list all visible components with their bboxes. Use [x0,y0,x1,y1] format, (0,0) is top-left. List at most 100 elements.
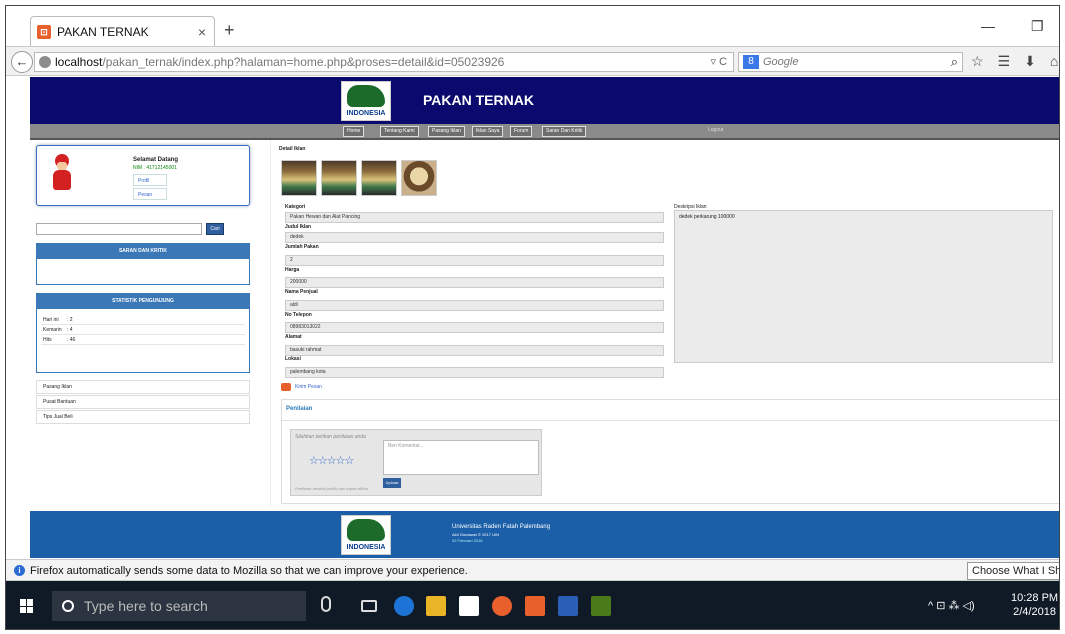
field-value: 2 [285,255,664,266]
cow-logo-icon [347,519,385,541]
field-label: Jumlah Pakan [285,244,319,250]
xampp-icon[interactable] [525,596,545,616]
search-icon[interactable]: ⌕ [951,54,958,70]
user-nim: NIM : 41712145001 [133,165,177,171]
browser-tab[interactable]: ⊡ PAKAN TERNAK × [30,16,215,46]
sidebar-item-tips-jual-beli[interactable]: Tips Jual Beli [36,410,250,424]
logo-text: INDONESIA [346,544,386,551]
bookmark-star-icon[interactable]: ☆ [971,53,984,70]
menu-saran-dan-kritik[interactable]: Saran Dan Kritik [542,126,587,137]
close-tab-icon[interactable]: × [198,24,206,40]
stat-panel: STATISTIK PENGUNJUNG Hari ini: 2 Kemarin… [36,293,250,373]
field-value: Pakan Hewan dan Alat Pancing [285,212,664,223]
rating-title: Penilaian [286,406,313,412]
menu-home[interactable]: Home [343,126,365,137]
search-bar[interactable]: 8 Google ⌕ [738,52,963,72]
back-button[interactable]: ← [11,51,33,73]
sidebar-item-pasang-iklan[interactable]: Pasang Iklan [36,380,250,394]
field-label: No Telepon [285,312,312,318]
sidebar-search-input[interactable] [36,223,202,235]
field-value: 08983013022 [285,322,664,333]
browser-window: ⊡ PAKAN TERNAK × + — ❐ ← localhost /paka… [5,5,1060,630]
home-icon[interactable]: ⌂ [1050,53,1058,70]
site-header: INDONESIA PAKAN TERNAK [30,77,1059,124]
stat-row: Kemarin: 4 [41,325,245,335]
info-icon: i [14,565,25,576]
store-icon[interactable] [459,596,479,616]
product-thumbnail[interactable] [361,160,397,196]
dreamweaver-icon[interactable] [591,596,611,616]
reload-icon[interactable]: ▿ C [710,55,727,68]
product-thumbnail[interactable] [281,160,317,196]
maximize-button[interactable]: ❐ [1031,18,1044,35]
message-icon [281,383,291,391]
firefox-icon[interactable] [492,596,512,616]
messages-link[interactable]: Pesan [133,188,167,200]
microphone-icon[interactable] [321,596,331,612]
edge-icon[interactable] [394,596,414,616]
submit-rating-button[interactable]: Upload [383,478,401,488]
sidebar-item-pusat-bantuan[interactable]: Pusat Bantuan [36,395,250,409]
minimize-button[interactable]: — [981,18,995,34]
stat-row: Hari ini: 2 [41,315,245,325]
field-value: basuki rahmat [285,345,664,356]
field-label: Harga [285,267,300,273]
web-page: INDONESIA PAKAN TERNAK Home Tentang Kami… [6,77,1059,558]
logout-link[interactable]: Logout [708,127,723,133]
menu-forum[interactable]: Forum [510,126,533,137]
download-icon[interactable]: ⬇ [1024,53,1036,70]
notification-bar: i Firefox automatically sends some data … [6,559,1059,581]
windows-start-icon[interactable] [20,599,34,613]
field-label: Kategori [285,204,306,210]
description-box: dedek perkarung 100000 [674,210,1053,363]
date: 2/4/2018 [1013,606,1056,618]
product-thumbnail[interactable] [321,160,357,196]
url-bar[interactable]: localhost /pakan_ternak/index.php?halama… [34,52,734,72]
word-icon[interactable] [558,596,578,616]
footer-line1: Universitas Raden Fatah Palembang [452,524,551,530]
field-value: palembang kota [285,367,664,378]
field-label: Judul Iklan [285,224,312,230]
tab-bar: ⊡ PAKAN TERNAK × + — ❐ [6,6,1059,46]
reading-list-icon[interactable]: ☰ [998,53,1011,70]
star-rating[interactable]: ☆☆☆☆☆ [309,454,354,467]
clock[interactable]: 10:28 PM 2/4/2018 [1011,591,1058,619]
taskbar-search[interactable]: Type here to search [52,591,306,621]
welcome-card: Selamat Datang NIM : 41712145001 Profil … [36,145,250,206]
saran-panel: SARAN DAN KRITIK [36,243,250,285]
file-explorer-icon[interactable] [426,596,446,616]
main-content: Detail Iklan Kategori Pakan Hewan dan Al… [270,140,1059,506]
task-view-icon[interactable] [361,600,377,612]
field-label: Lokasi [285,356,301,362]
stat-title: STATISTIK PENGUNJUNG [37,294,249,309]
footer-logo: INDONESIA [341,515,391,555]
url-host: localhost [55,55,103,69]
google-icon: 8 [743,55,759,69]
site-footer: INDONESIA Universitas Raden Fatah Palemb… [30,511,1059,558]
notification-text: Firefox automatically sends some data to… [30,565,468,577]
stat-row: Hits: 46 [41,335,245,345]
menu-iklan-saya[interactable]: Iklan Saya [472,126,504,137]
divider [282,420,1059,421]
menu-pasang-iklan[interactable]: Pasang Iklan [428,126,465,137]
rating-form: Silahkan berikan penilaian anda ☆☆☆☆☆ Pe… [290,429,542,496]
new-tab-button[interactable]: + [224,20,235,41]
field-label: Nama Penjual [285,289,318,295]
field-value: dedek [285,232,664,243]
site-menu: Home Tentang Kami Pasang Iklan Iklan Say… [30,124,1059,140]
send-message-label: Kirim Pesan [295,384,322,390]
detail-heading: Detail Iklan [279,146,306,152]
search-placeholder: Google [763,56,799,68]
search-button[interactable]: Cari [206,223,224,235]
url-path: /pakan_ternak/index.php?halaman=home.php… [102,55,505,69]
system-tray-icons[interactable]: ^ ⊡ ⁂ ◁) [928,599,975,612]
product-thumbnail[interactable] [401,160,437,196]
menu-tentang-kami[interactable]: Tentang Kami [380,126,419,137]
comment-input[interactable]: Beri Komentar... [383,440,539,475]
field-value: aldi [285,300,664,311]
profile-link[interactable]: Profil [133,174,167,186]
time: 10:28 PM [1011,592,1059,604]
send-message-link[interactable]: Kirim Pesan [281,383,322,391]
choose-share-button[interactable]: Choose What I Share [967,562,1059,580]
site-title: PAKAN TERNAK [423,92,534,108]
